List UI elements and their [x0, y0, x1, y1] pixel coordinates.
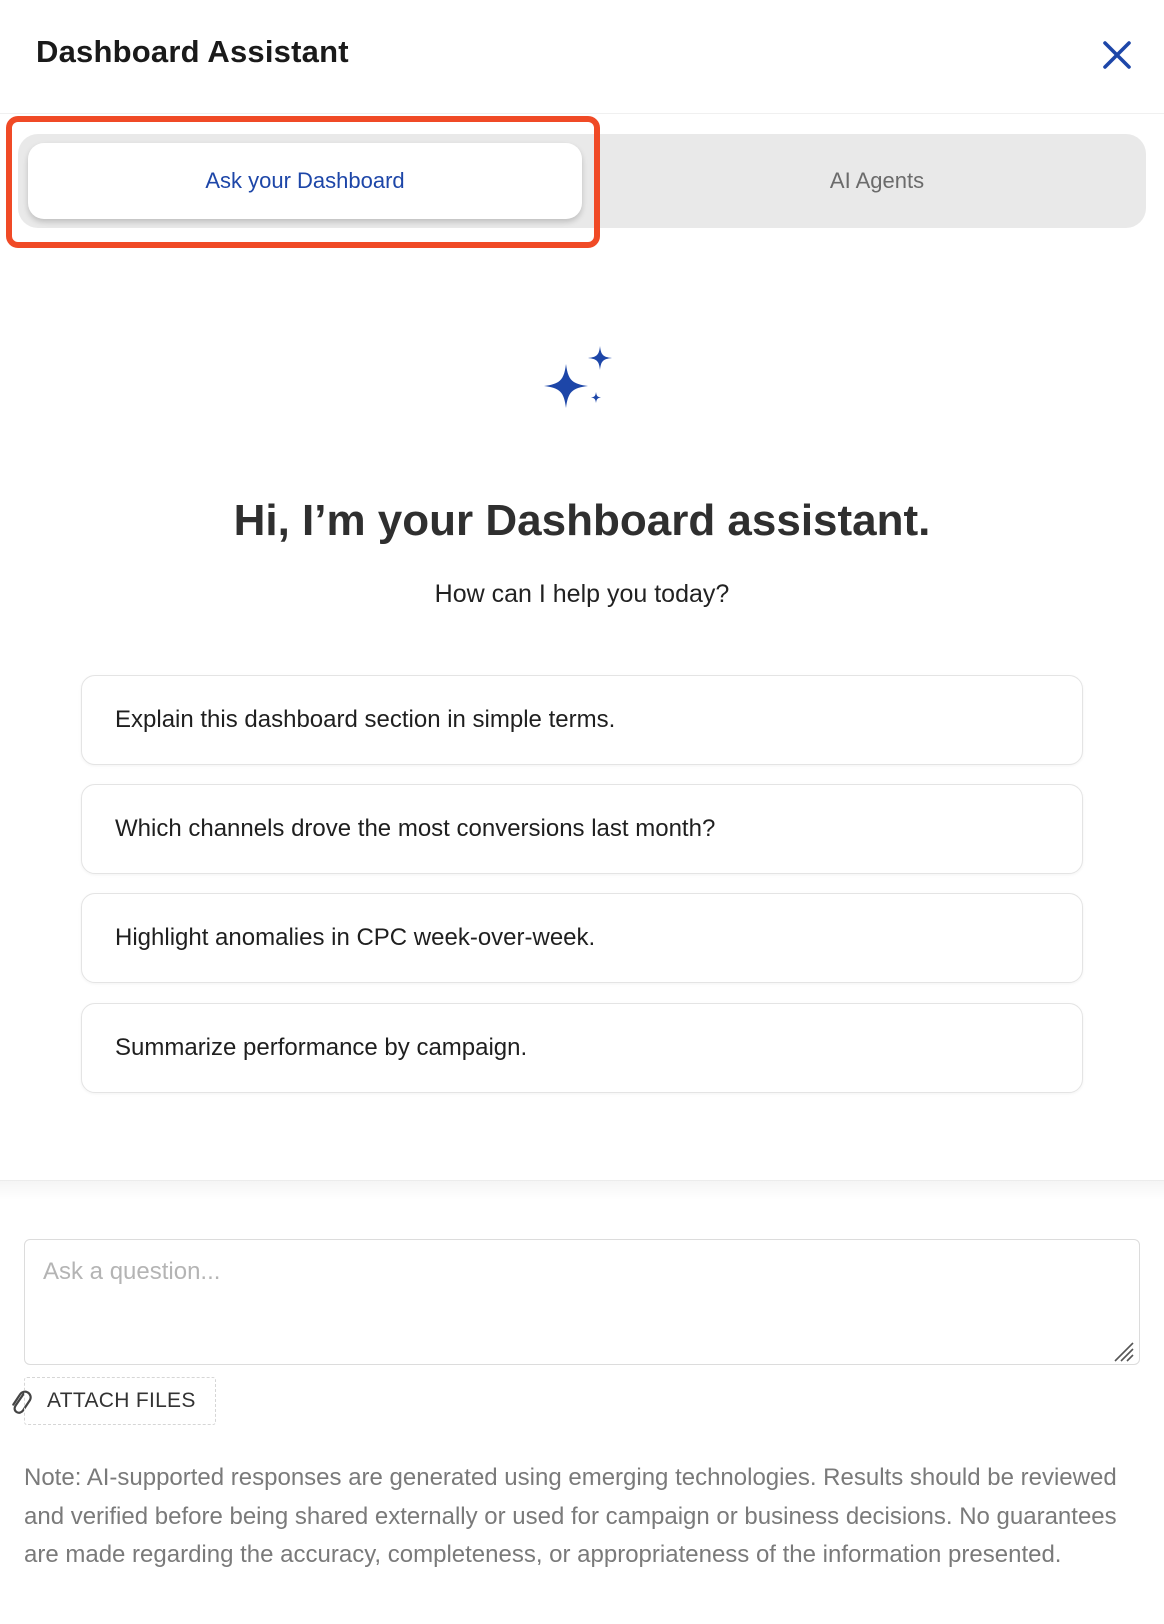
- attach-files-button[interactable]: ATTACH FILES: [24, 1377, 216, 1425]
- disclaimer-note: Note: AI-supported responses are generat…: [24, 1464, 1117, 1568]
- resize-handle-icon[interactable]: [1112, 1340, 1134, 1362]
- tab-ask-your-dashboard[interactable]: Ask your Dashboard: [28, 143, 582, 219]
- suggestion-card[interactable]: Which channels drove the most conversion…: [81, 784, 1083, 874]
- sparkle-icon: [544, 346, 612, 408]
- question-input[interactable]: [24, 1239, 1140, 1365]
- greeting-subtitle: How can I help you today?: [434, 580, 730, 608]
- tab-ai-agents[interactable]: AI Agents: [602, 143, 1152, 219]
- panel-title: Dashboard Assistant: [36, 34, 349, 69]
- footer-divider: [0, 1180, 1164, 1200]
- dashboard-assistant-panel: Dashboard Assistant Ask your Dashboard A…: [0, 0, 1164, 1624]
- close-button[interactable]: [1098, 36, 1136, 74]
- suggestion-card[interactable]: Summarize performance by campaign.: [81, 1003, 1083, 1093]
- panel-header: Dashboard Assistant: [0, 0, 1164, 114]
- tab-bar: Ask your Dashboard AI Agents: [18, 134, 1146, 228]
- suggestion-card[interactable]: Explain this dashboard section in simple…: [81, 675, 1083, 765]
- greeting-heading: Hi, I’m your Dashboard assistant.: [233, 496, 931, 545]
- close-icon: [1103, 41, 1131, 69]
- suggestion-card[interactable]: Highlight anomalies in CPC week-over-wee…: [81, 893, 1083, 983]
